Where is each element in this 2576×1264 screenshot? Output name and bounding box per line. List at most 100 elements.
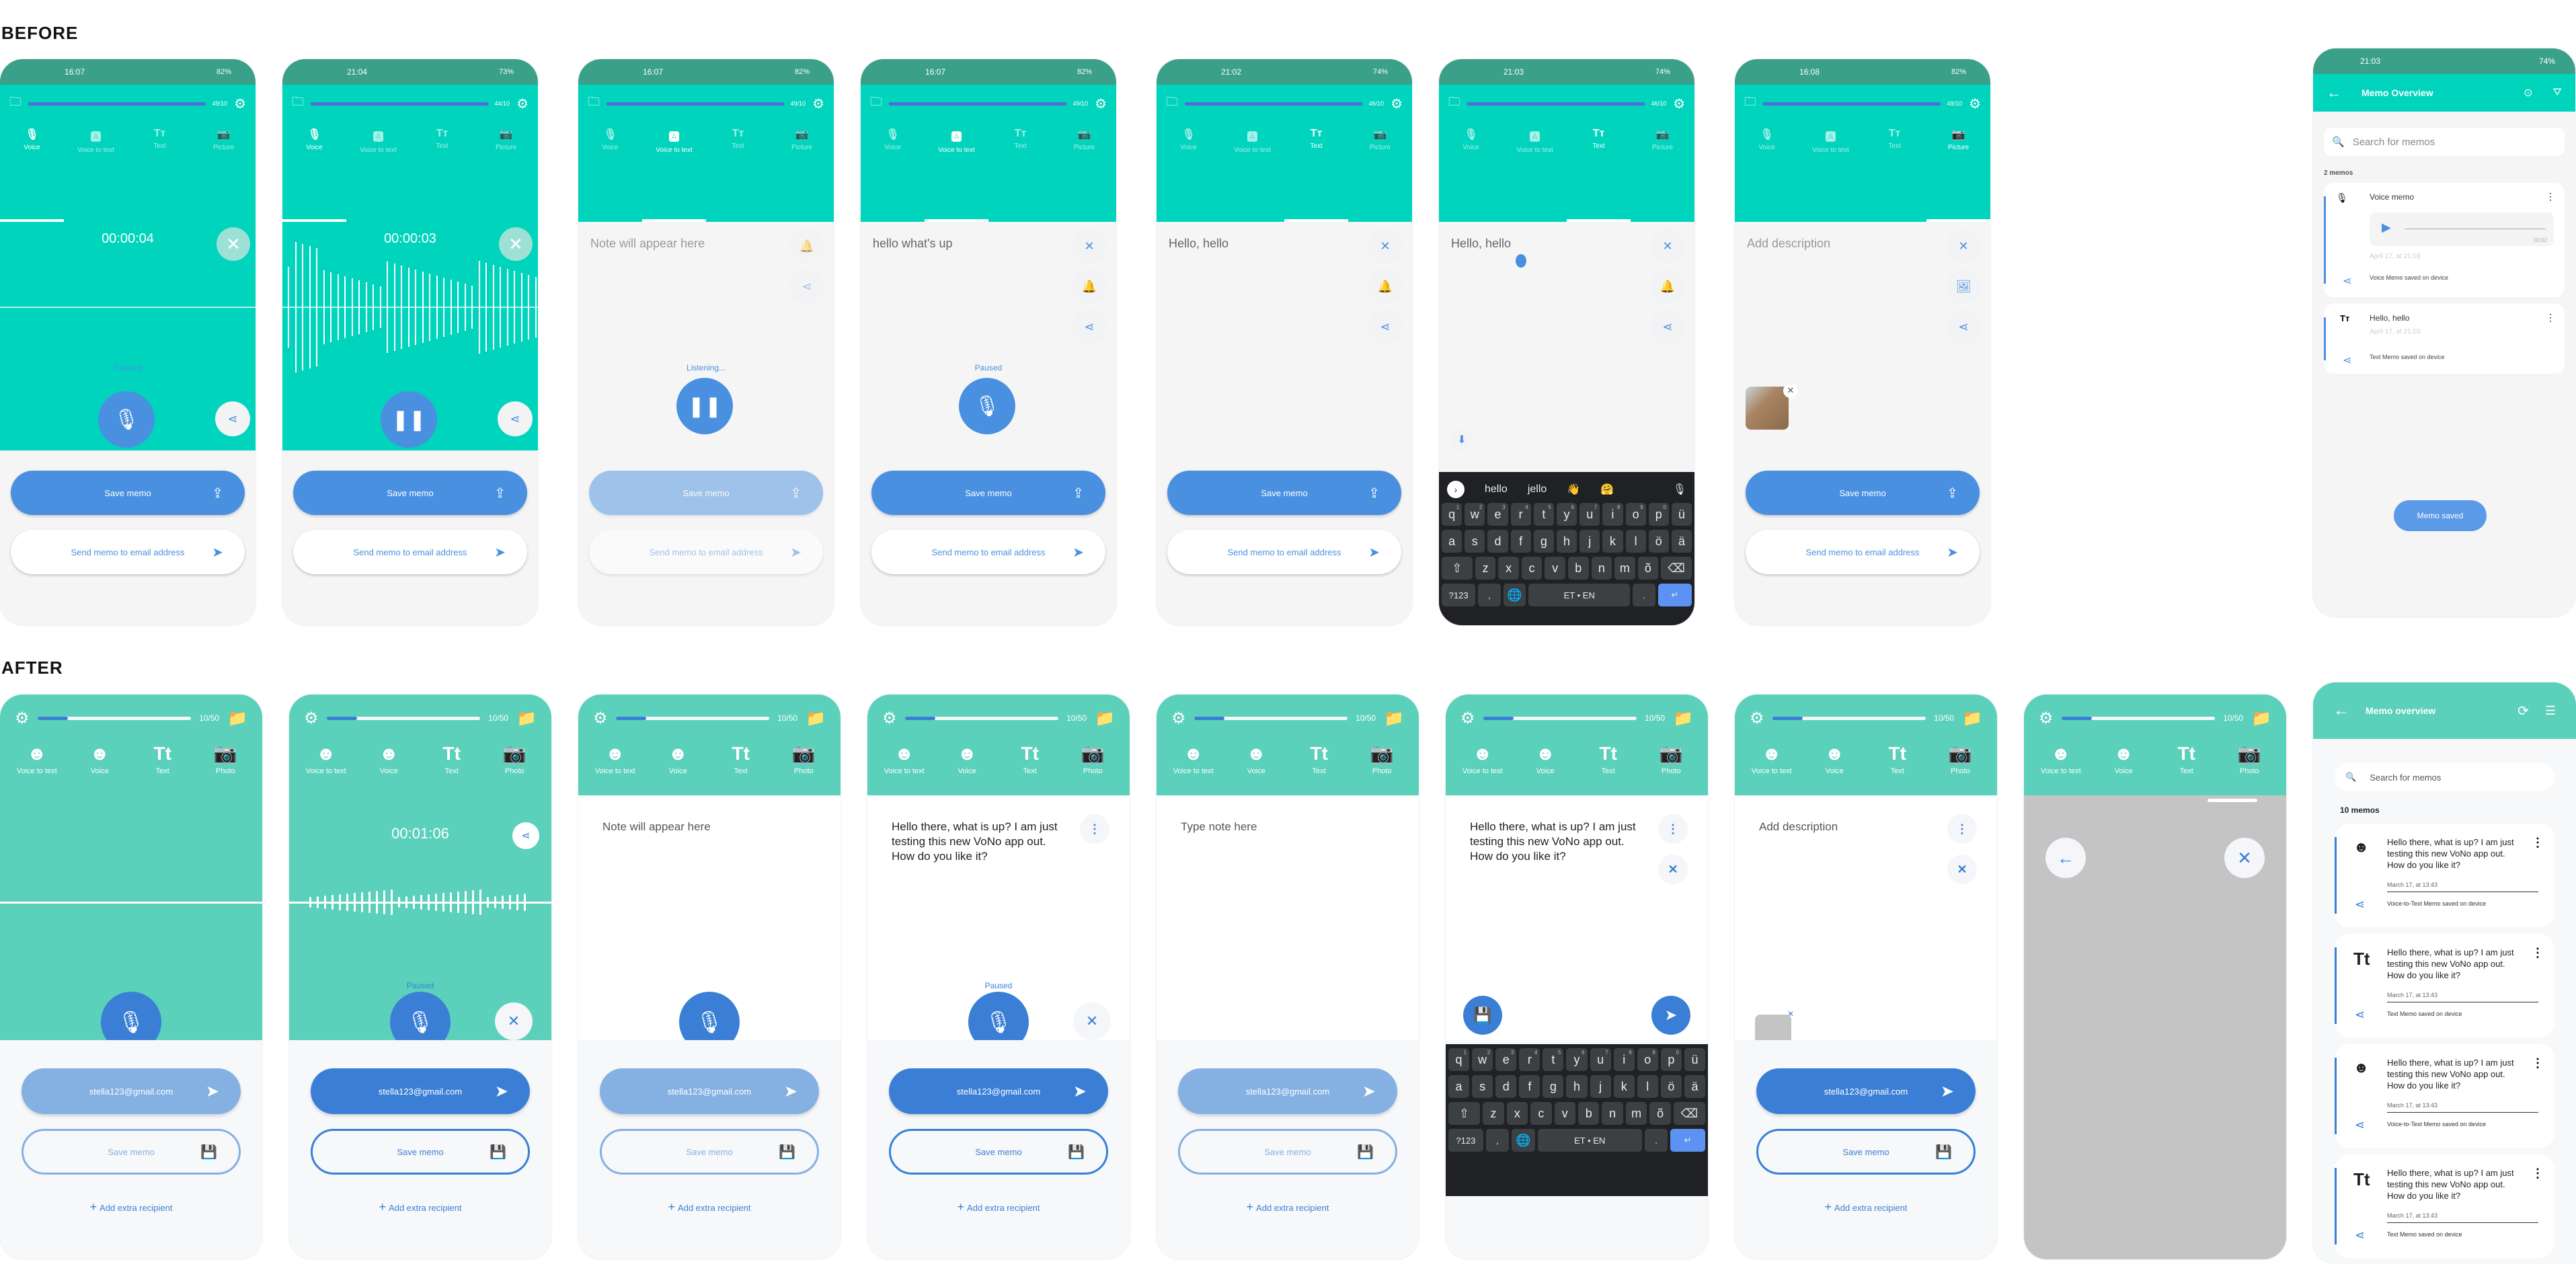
- add-recipient-link[interactable]: + Add extra recipient: [289, 1200, 551, 1214]
- key[interactable]: o9: [1637, 1048, 1658, 1071]
- folder-icon[interactable]: 🗀: [870, 93, 882, 114]
- tab-text[interactable]: Tт Text: [1567, 128, 1631, 168]
- tab-voice-to-text[interactable]: 🅰 Voice to text: [1220, 128, 1284, 168]
- suggestion[interactable]: jello: [1528, 483, 1547, 496]
- note-field[interactable]: Hello there, what is up? I am just testi…: [892, 820, 1069, 864]
- key[interactable]: ä: [1671, 530, 1692, 553]
- key[interactable]: c: [1530, 1102, 1552, 1125]
- tab-voice-to-text[interactable]: ☻ Voice to text: [295, 742, 358, 775]
- tab-voice[interactable]: ☻ Voice: [2093, 742, 2156, 775]
- key[interactable]: k: [1613, 1075, 1635, 1098]
- add-recipient-link[interactable]: + Add extra recipient: [1735, 1200, 1997, 1214]
- select-all-icon[interactable]: ⊙: [2524, 86, 2532, 100]
- tab-voice[interactable]: ☻ Voice: [1225, 742, 1288, 775]
- save-round-button[interactable]: 💾: [1463, 996, 1502, 1035]
- more-options-button[interactable]: ⋮: [1658, 814, 1688, 844]
- tab-photo[interactable]: 📷 Photo: [773, 742, 836, 775]
- key[interactable]: w2: [1465, 503, 1485, 526]
- key[interactable]: r4: [1510, 503, 1531, 526]
- key[interactable]: ü: [1684, 1048, 1706, 1071]
- gallery-button[interactable]: 🖼: [1946, 269, 1981, 304]
- send-round-button[interactable]: ➤: [1651, 996, 1690, 1035]
- cancel-button[interactable]: ✕: [217, 227, 250, 261]
- search-box[interactable]: 🔍 Search for memos: [2335, 763, 2554, 791]
- tab-text[interactable]: Tt Text: [999, 742, 1062, 775]
- memo-card[interactable]: ☻ Hello there, what is up? I am just test…: [2335, 824, 2554, 927]
- key[interactable]: ⌫: [1673, 1102, 1705, 1125]
- tab-voice-to-text[interactable]: ☻ Voice to text: [1740, 742, 1803, 775]
- save-memo-button[interactable]: Save memo 💾: [22, 1129, 241, 1175]
- expand-suggestions-button[interactable]: ›: [1447, 481, 1465, 498]
- tab-photo[interactable]: 📷 Photo: [2218, 742, 2281, 775]
- search-box[interactable]: 🔍 Search for memos: [2324, 128, 2565, 156]
- share-icon[interactable]: ⋖: [2355, 1228, 2365, 1242]
- symbols-key[interactable]: ?123: [1442, 584, 1476, 606]
- discard-button[interactable]: ✕: [1073, 1002, 1111, 1040]
- share-button[interactable]: ⋖: [1946, 309, 1981, 344]
- send-email-button[interactable]: stella123@gmail.com ➤: [311, 1068, 530, 1114]
- tab-voice-to-text[interactable]: 🅰 Voice to text: [1503, 128, 1567, 168]
- remove-photo-button[interactable]: ✕: [1783, 383, 1798, 398]
- save-memo-button[interactable]: Save memo 💾: [1178, 1129, 1397, 1175]
- send-email-button[interactable]: stella123@gmail.com ➤: [889, 1068, 1108, 1114]
- period-key[interactable]: .: [1633, 584, 1655, 606]
- folder-icon[interactable]: 📁: [806, 709, 826, 728]
- key[interactable]: s: [1465, 530, 1485, 553]
- share-button[interactable]: ⋖: [1072, 309, 1107, 344]
- key[interactable]: a: [1448, 1075, 1470, 1098]
- key[interactable]: y6: [1556, 503, 1577, 526]
- note-field[interactable]: Type note here: [1181, 820, 1358, 834]
- suggestion[interactable]: hello: [1485, 483, 1508, 496]
- gear-icon[interactable]: ⚙: [304, 709, 319, 728]
- tab-text[interactable]: Tt Text: [420, 742, 483, 775]
- tab-text[interactable]: Tt Text: [709, 742, 773, 775]
- save-memo-button[interactable]: Save memo ⇪: [1167, 471, 1401, 515]
- tab-voice[interactable]: ☻ Voice: [1514, 742, 1577, 775]
- tab-voice-to-text[interactable]: ☻ Voice to text: [1162, 742, 1225, 775]
- sliders-icon[interactable]: ☰: [2545, 704, 2556, 718]
- save-memo-button[interactable]: Save memo 💾: [889, 1129, 1108, 1175]
- key[interactable]: n: [1602, 1102, 1623, 1125]
- add-recipient-link[interactable]: + Add extra recipient: [0, 1200, 262, 1214]
- share-icon[interactable]: ⋖: [2343, 354, 2351, 367]
- save-memo-button[interactable]: Save memo ⇪: [11, 471, 245, 515]
- bell-button[interactable]: 🔔: [1368, 269, 1403, 304]
- key[interactable]: v: [1554, 1102, 1575, 1125]
- gear-icon[interactable]: ⚙: [2039, 709, 2054, 728]
- key[interactable]: o9: [1625, 503, 1646, 526]
- tab-text[interactable]: Tt Text: [2155, 742, 2218, 775]
- tab-picture[interactable]: 📷 Picture: [1052, 128, 1116, 168]
- key[interactable]: õ: [1649, 1102, 1671, 1125]
- share-button[interactable]: ⋖: [512, 822, 539, 849]
- send-email-button[interactable]: Send memo to email address ➤: [1746, 530, 1980, 574]
- key[interactable]: z: [1483, 1102, 1504, 1125]
- folder-icon[interactable]: 🗀: [292, 93, 304, 114]
- folder-icon[interactable]: 📁: [2251, 709, 2271, 728]
- key[interactable]: z: [1475, 557, 1496, 580]
- save-memo-button[interactable]: Save memo 💾: [600, 1129, 819, 1175]
- gear-icon[interactable]: ⚙: [593, 709, 608, 728]
- key[interactable]: ⇧: [1448, 1102, 1481, 1125]
- bell-button[interactable]: 🔔: [789, 229, 824, 264]
- bell-button[interactable]: 🔔: [1650, 269, 1685, 304]
- tab-text[interactable]: Tt Text: [1288, 742, 1351, 775]
- note-field[interactable]: Hello, hello: [1451, 237, 1511, 251]
- tab-voice-to-text[interactable]: 🅰 Voice to text: [642, 128, 706, 168]
- folder-icon[interactable]: 🗀: [1166, 93, 1178, 114]
- tab-text[interactable]: Tт Text: [410, 128, 474, 168]
- gear-icon[interactable]: ⚙: [1391, 95, 1403, 112]
- key[interactable]: g: [1533, 530, 1554, 553]
- tab-photo[interactable]: 📷 Photo: [1929, 742, 1992, 775]
- tab-text[interactable]: Tt Text: [1577, 742, 1640, 775]
- memo-card[interactable]: Tt Hello there, what is up? I am just tes…: [2335, 934, 2554, 1037]
- tab-voice[interactable]: ☻ Voice: [69, 742, 132, 775]
- gear-icon[interactable]: ⚙: [234, 95, 246, 112]
- tab-voice[interactable]: ☻ Voice: [647, 742, 710, 775]
- note-field[interactable]: Note will appear here: [602, 820, 780, 834]
- tab-voice[interactable]: 🎙 Voice: [578, 128, 642, 168]
- tab-voice[interactable]: 🎙 Voice: [1439, 128, 1503, 168]
- memo-card[interactable]: Tт Hello, hello ⋮ April 17, at 21:03 ⋖ Text M…: [2324, 304, 2565, 374]
- share-button[interactable]: ⋖: [1650, 309, 1685, 344]
- globe-key[interactable]: 🌐: [1512, 1129, 1535, 1152]
- tab-text[interactable]: Tt Text: [1866, 742, 1929, 775]
